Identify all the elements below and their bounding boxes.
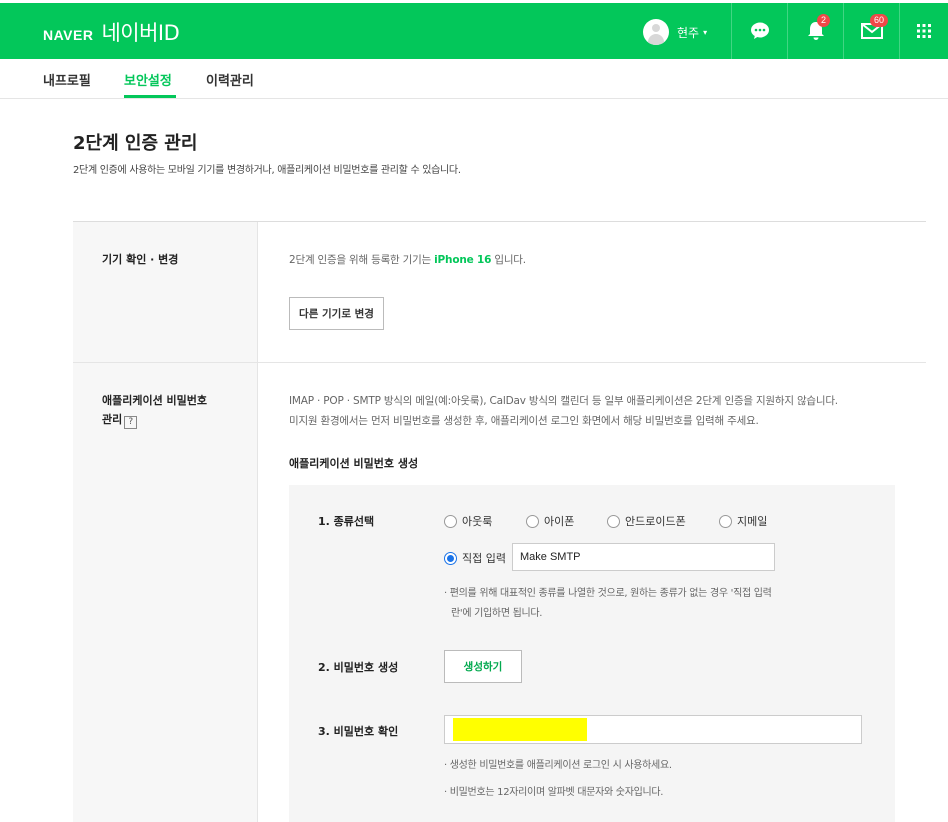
- radio-gmail[interactable]: 지메일: [719, 513, 767, 529]
- radio-custom-input[interactable]: 직접 입력: [444, 550, 506, 566]
- app-password-label-line2: 관리: [102, 413, 123, 426]
- row-divider: [73, 362, 926, 363]
- naver-wordmark: NAVER: [43, 27, 94, 43]
- password-redaction-highlight: [453, 718, 587, 741]
- app-password-description: IMAP · POP · SMTP 방식의 메일(예:아웃룩), CalDav …: [289, 391, 899, 431]
- page-description: 2단계 인증에 사용하는 모바일 기기를 변경하거나, 애플리케이션 비밀번호를…: [73, 165, 461, 176]
- mail-button[interactable]: 60: [843, 3, 899, 59]
- page-title: 2단계 인증 관리: [73, 133, 198, 154]
- main-tabs: 내프로필 보안설정 이력관리: [0, 59, 948, 99]
- device-text-after: 입니다.: [491, 254, 526, 266]
- tab-security-settings[interactable]: 보안설정: [124, 70, 172, 89]
- step1-note-line1: · 편의를 위해 대표적인 종류를 나열한 것으로, 원하는 종류가 없는 경우…: [444, 588, 772, 599]
- app-password-desc-line2: 미지원 환경에서는 먼저 비밀번호를 생성한 후, 애플리케이션 로그인 화면에…: [289, 415, 759, 427]
- talk-button[interactable]: [731, 3, 787, 59]
- custom-type-input[interactable]: Make SMTP: [512, 543, 775, 571]
- naver-id-title: 네이버ID: [101, 21, 180, 45]
- user-name: 현주: [677, 25, 700, 40]
- radio-android[interactable]: 안드로이드폰: [607, 513, 686, 529]
- device-name: iPhone 16: [434, 254, 492, 266]
- device-text-before: 2단계 인증을 위해 등록한 기기는: [289, 254, 435, 266]
- step1-label: 1. 종류선택: [318, 515, 375, 528]
- help-icon[interactable]: ?: [124, 416, 138, 429]
- top-header: NAVER 네이버ID 현주 ▾ 2 60: [0, 3, 948, 59]
- change-device-button[interactable]: 다른 기기로 변경: [289, 297, 384, 330]
- radio-circle-icon: [607, 514, 620, 528]
- tab-my-profile[interactable]: 내프로필: [43, 70, 91, 89]
- step2-label: 2. 비밀번호 생성: [318, 661, 399, 674]
- generate-button[interactable]: 생성하기: [444, 650, 522, 683]
- radio-iphone[interactable]: 아이폰: [526, 513, 574, 529]
- radio-gmail-label: 지메일: [737, 515, 768, 528]
- radio-iphone-label: 아이폰: [544, 515, 575, 528]
- step3-note1: · 생성한 비밀번호를 애플리케이션 로그인 시 사용하세요.: [444, 760, 672, 771]
- notification-badge: 2: [817, 14, 831, 27]
- radio-outlook-label: 아웃룩: [462, 515, 493, 528]
- radio-circle-icon: [719, 514, 732, 528]
- step3-note2: · 비밀번호는 12자리이며 알파벳 대문자와 숫자입니다.: [444, 787, 664, 798]
- registered-device-text: 2단계 인증을 위해 등록한 기기는 iPhone 16 입니다.: [289, 250, 526, 270]
- step1-note-line2: 란'에 기입하면 됩니다.: [451, 608, 543, 619]
- step1-note: · 편의를 위해 대표적인 종류를 나열한 것으로, 원하는 종류가 없는 경우…: [444, 584, 844, 624]
- avatar-icon: [643, 19, 669, 45]
- app-menu-button[interactable]: [899, 3, 948, 59]
- label-column: [73, 222, 258, 822]
- mail-badge: 60: [870, 14, 889, 27]
- chevron-down-icon: ▾: [703, 27, 708, 37]
- app-password-label-line1: 애플리케이션 비밀번호: [102, 394, 208, 407]
- grid-menu-icon: [917, 24, 931, 38]
- step3-label: 3. 비밀번호 확인: [318, 725, 399, 738]
- radio-android-label: 안드로이드폰: [625, 515, 686, 528]
- radio-outlook[interactable]: 아웃룩: [444, 513, 492, 529]
- radio-selected-icon: [444, 551, 457, 565]
- generate-password-title: 애플리케이션 비밀번호 생성: [289, 457, 419, 470]
- app-password-desc-line1: IMAP · POP · SMTP 방식의 메일(예:아웃룩), CalDav …: [289, 395, 838, 407]
- notification-button[interactable]: 2: [787, 3, 843, 59]
- chat-bubble-icon: [750, 22, 769, 39]
- tab-history[interactable]: 이력관리: [206, 70, 254, 89]
- radio-circle-icon: [526, 514, 539, 528]
- user-menu[interactable]: 현주 ▾: [643, 19, 707, 45]
- naver-id-logo[interactable]: NAVER 네이버ID: [43, 17, 180, 47]
- radio-custom-label: 직접 입력: [462, 552, 506, 565]
- device-section-label: 기기 확인 · 변경: [102, 253, 179, 266]
- radio-circle-icon: [444, 514, 457, 528]
- active-tab-indicator: [124, 95, 176, 98]
- app-password-section-label: 애플리케이션 비밀번호 관리?: [102, 391, 207, 429]
